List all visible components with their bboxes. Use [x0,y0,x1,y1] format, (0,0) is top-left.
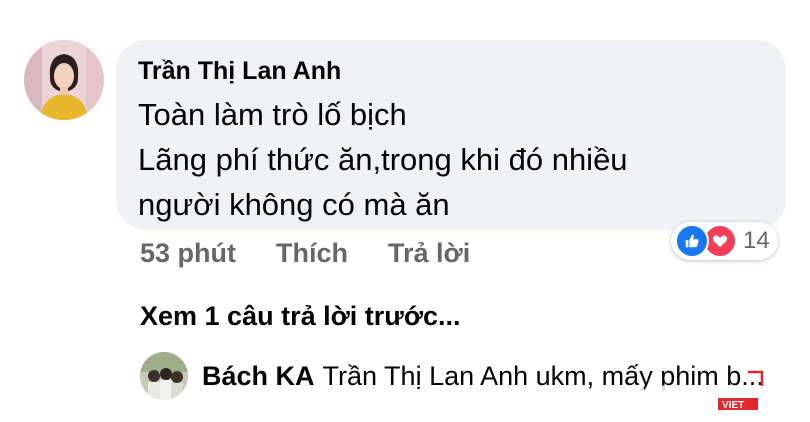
reaction-count: 14 [743,227,770,254]
reply-button[interactable]: Trả lời [388,234,470,272]
reply-avatar-photo [140,352,188,400]
comment-bubble: Trần Thị Lan Anh Toàn làm trò lố bịch Lã… [116,40,786,230]
comment-text-line: Toàn làm trò lố bịch [138,97,407,132]
comment-timestamp[interactable]: 53 phút [140,234,236,272]
comment-thread: Trần Thị Lan Anh Toàn làm trò lố bịch Lã… [0,0,810,422]
reply-avatar[interactable] [140,352,188,400]
watermark-text: VIET [638,380,705,412]
watermark-logo: VIET VIET [636,366,776,412]
reactions-summary[interactable]: 14 [671,222,778,260]
avatar[interactable] [24,40,104,120]
view-previous-replies-link[interactable]: Xem 1 câu trả lời trước... [140,298,461,334]
comment-text-line: Lãng phí thức ăn,trong khi đó nhiều [138,142,628,177]
reply-author[interactable]: Bách KA [202,361,315,391]
comment-actions: 53 phút Thích Trả lời [140,234,470,272]
watermark-small-text: VIET [722,400,744,411]
like-button[interactable]: Thích [276,234,348,272]
like-icon [675,224,709,258]
avatar-photo [24,40,104,120]
comment-text-line: người không có mà ăn [138,187,450,222]
comment-author[interactable]: Trần Thị Lan Anh [138,54,762,88]
